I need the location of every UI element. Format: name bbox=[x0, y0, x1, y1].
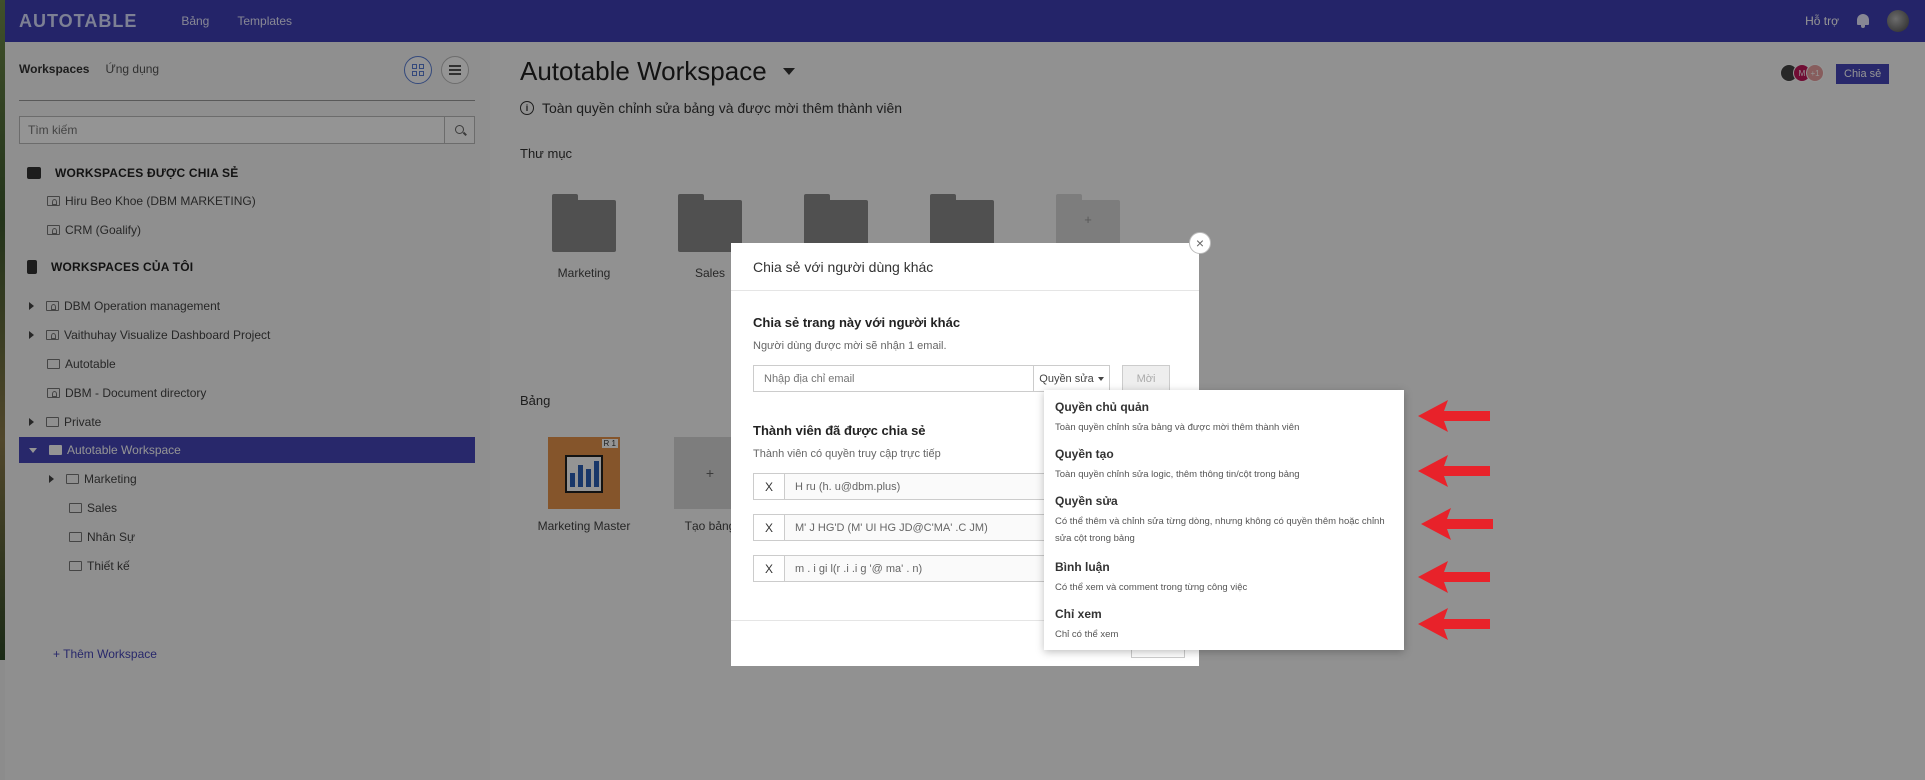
role-option-desc: Có thể xem và comment trong từng công vi… bbox=[1055, 582, 1248, 593]
invite-button[interactable]: Mời bbox=[1122, 365, 1170, 392]
email-field[interactable] bbox=[753, 365, 1034, 392]
role-option-desc: Toàn quyền chỉnh sửa logic, thêm thông t… bbox=[1055, 469, 1300, 480]
dialog-title: Chia sẻ với người dùng khác bbox=[731, 243, 1199, 291]
red-arrow-annotation-icon bbox=[1418, 608, 1490, 640]
red-arrow-annotation-icon bbox=[1418, 455, 1490, 487]
role-option-title: Quyền tạo bbox=[1055, 447, 1114, 461]
role-option-title: Chỉ xem bbox=[1055, 607, 1102, 621]
member-value: H ru (h. u@dbm.plus) bbox=[785, 473, 1055, 500]
remove-member-button[interactable]: X bbox=[753, 514, 785, 541]
role-option-title: Quyền sửa bbox=[1055, 494, 1118, 508]
role-option-desc: Toàn quyền chỉnh sửa bảng và được mời th… bbox=[1055, 422, 1300, 433]
members-section-subtitle: Thành viên có quyền truy cập trực tiếp bbox=[753, 448, 941, 460]
invite-row: Quyền sửa Mời bbox=[753, 365, 1170, 392]
role-dropdown-menu: Quyền chủ quản Toàn quyền chỉnh sửa bảng… bbox=[1044, 390, 1404, 650]
member-row: X H ru (h. u@dbm.plus) bbox=[753, 473, 1055, 500]
close-icon[interactable]: × bbox=[1189, 232, 1211, 254]
remove-member-button[interactable]: X bbox=[753, 473, 785, 500]
role-option-desc: Chỉ có thể xem bbox=[1055, 629, 1119, 640]
role-option-view[interactable]: Chỉ xem Chỉ có thể xem bbox=[1055, 607, 1395, 643]
share-section-title: Chia sẻ trang này với người khác bbox=[753, 315, 961, 330]
chevron-down-icon bbox=[1097, 376, 1104, 381]
role-option-owner[interactable]: Quyền chủ quản Toàn quyền chỉnh sửa bảng… bbox=[1055, 400, 1395, 436]
member-value: m . i gi l(r .i .i g '@ ma' . n) bbox=[785, 555, 1055, 582]
remove-member-button[interactable]: X bbox=[753, 555, 785, 582]
red-arrow-annotation-icon bbox=[1421, 508, 1493, 540]
role-option-desc: Có thể thêm và chỉnh sửa từng dòng, nhưn… bbox=[1055, 516, 1385, 544]
role-option-edit[interactable]: Quyền sửa Có thể thêm và chỉnh sửa từng … bbox=[1055, 494, 1395, 547]
role-select[interactable]: Quyền sửa bbox=[1034, 365, 1110, 392]
share-section-subtitle: Người dùng được mời sẽ nhận 1 email. bbox=[753, 340, 947, 352]
footer-button[interactable] bbox=[1131, 649, 1185, 658]
member-row: X m . i gi l(r .i .i g '@ ma' . n) bbox=[753, 555, 1055, 582]
red-arrow-annotation-icon bbox=[1418, 561, 1490, 593]
role-option-create[interactable]: Quyền tạo Toàn quyền chỉnh sửa logic, th… bbox=[1055, 447, 1395, 483]
red-arrow-annotation-icon bbox=[1418, 400, 1490, 432]
member-row: X M' J HG'D (M' UI HG JD@C'MA' .C JM) bbox=[753, 514, 1055, 541]
members-section-title: Thành viên đã được chia sẻ bbox=[753, 423, 926, 438]
role-option-title: Bình luận bbox=[1055, 560, 1110, 574]
member-value: M' J HG'D (M' UI HG JD@C'MA' .C JM) bbox=[785, 514, 1055, 541]
role-option-title: Quyền chủ quản bbox=[1055, 400, 1150, 414]
role-select-value: Quyền sửa bbox=[1039, 372, 1094, 385]
role-option-comment[interactable]: Bình luận Có thể xem và comment trong từ… bbox=[1055, 560, 1395, 596]
